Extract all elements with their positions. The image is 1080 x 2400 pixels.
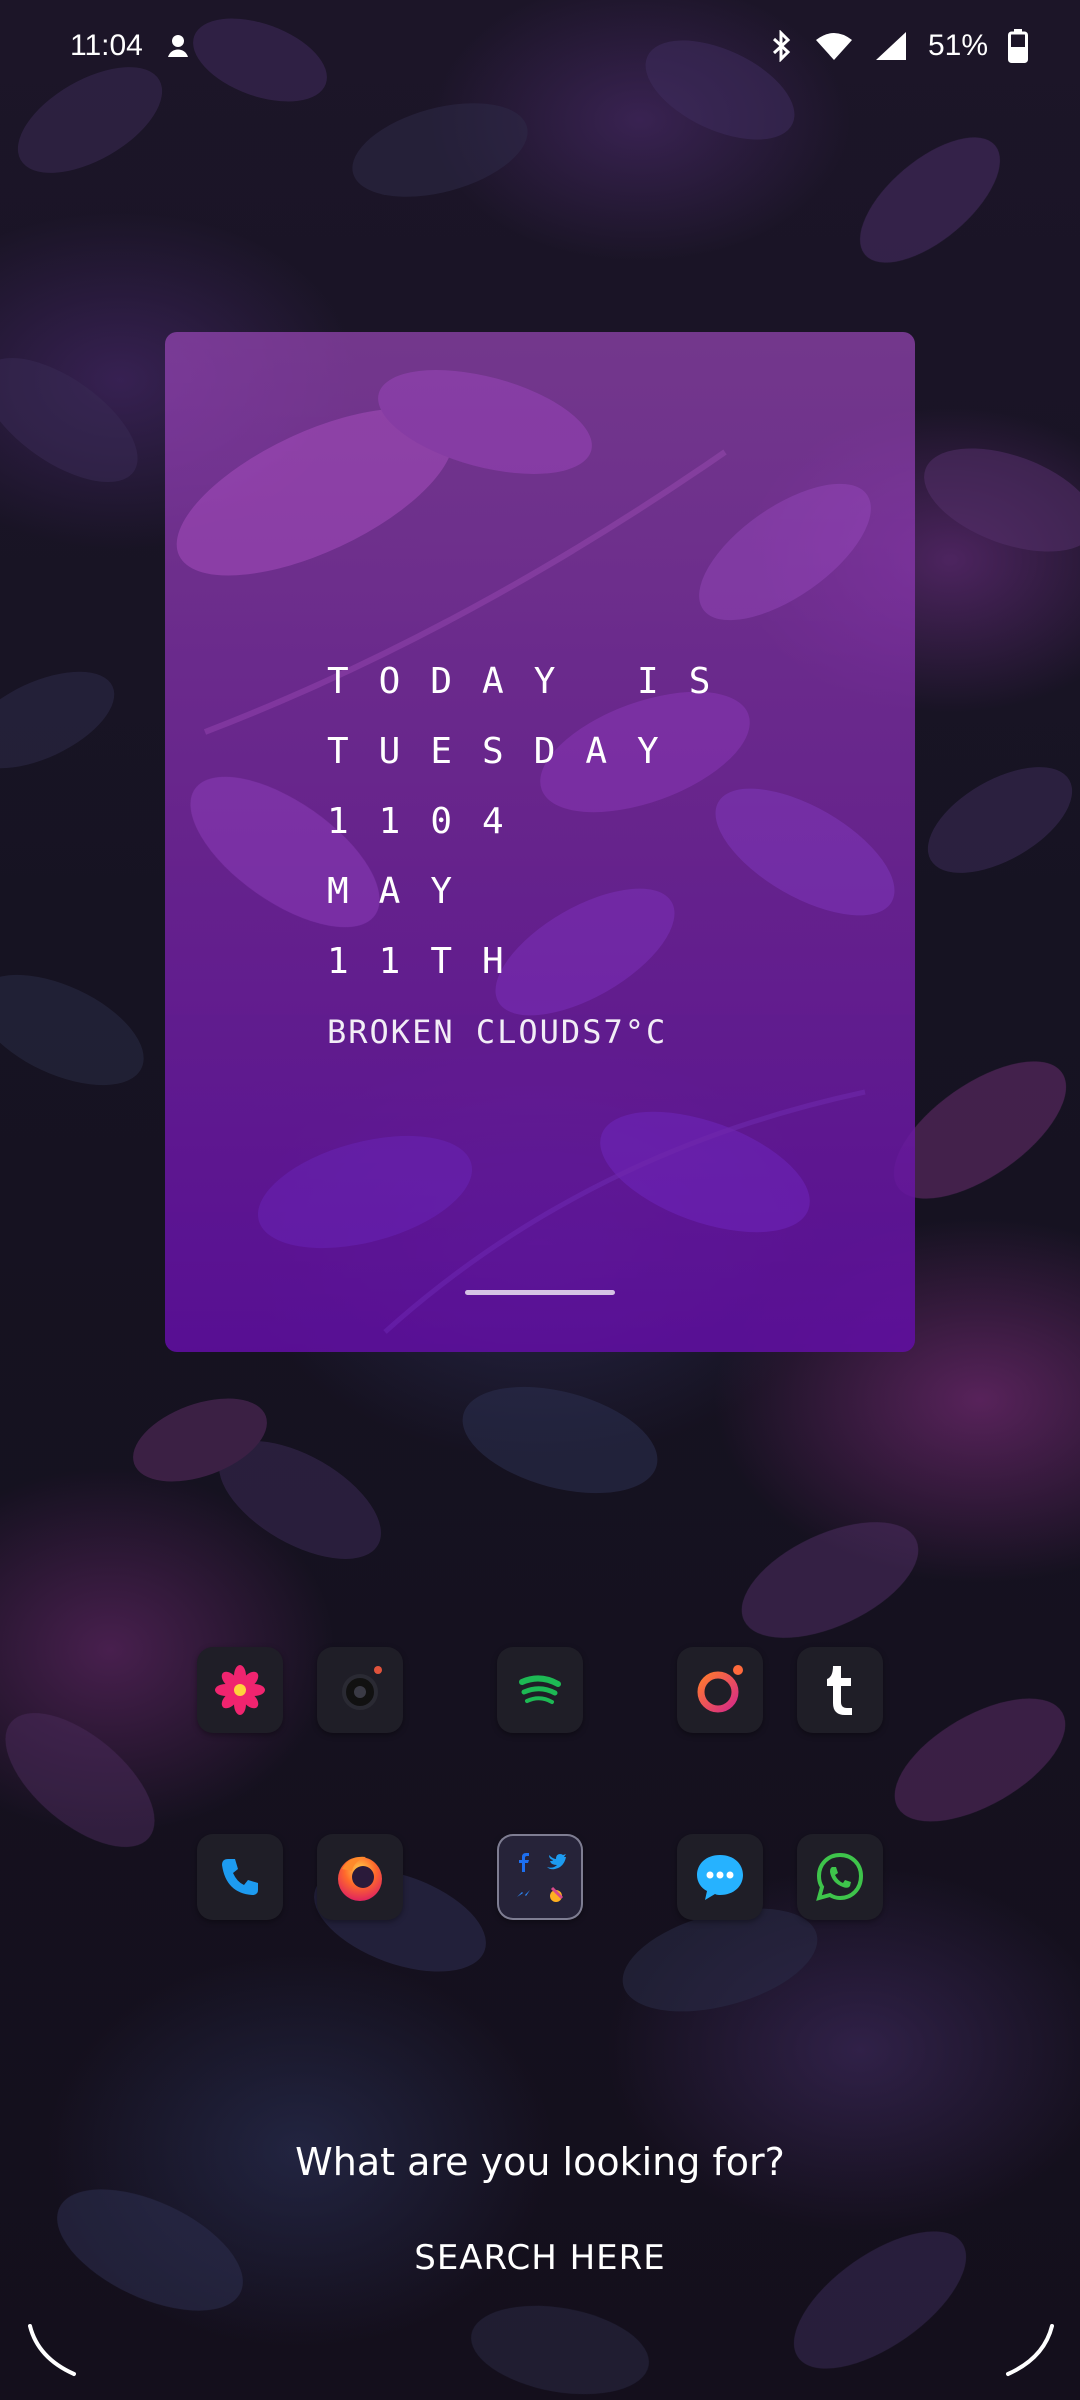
widget-line-day: 11TH [327,941,534,982]
widget-line-today: TODAY IS [327,661,741,702]
date-weather-widget[interactable]: TODAY IS TUESDAY 1104 MAY 11TH BROKEN CL… [165,332,915,1352]
folder-grid [510,1847,570,1907]
phone-icon[interactable] [197,1834,283,1920]
widget-page-indicator [465,1290,615,1295]
spotify-icon[interactable] [497,1647,583,1733]
widget-line-month: MAY [327,871,483,912]
messages-icon[interactable] [677,1834,763,1920]
whatsapp-icon[interactable] [797,1834,883,1920]
battery-percentage: 51% [927,29,988,62]
widget-line-time: 1104 [327,801,534,842]
twitter-icon [542,1847,570,1876]
battery-icon [1008,29,1028,63]
widget-text: TODAY IS TUESDAY 1104 MAY 11TH BROKEN CL… [327,647,740,1067]
ring-app-icon[interactable] [677,1647,763,1733]
social-folder-icon[interactable] [497,1834,583,1920]
status-left: 11:04 [70,29,193,63]
messenger-icon [510,1880,538,1907]
facebook-icon [510,1847,538,1876]
status-time: 11:04 [70,29,143,62]
search-prompt: What are you looking for? [295,2140,785,2184]
firefox-icon[interactable] [317,1834,403,1920]
flower-app-icon[interactable] [197,1647,283,1733]
bluetooth-icon [768,30,794,62]
wifi-icon [814,30,854,62]
notification-app-icon [163,31,193,61]
corner-gesture-left-icon[interactable] [28,2318,88,2378]
corner-gesture-right-icon[interactable] [994,2318,1054,2378]
creative-app-icon [542,1880,570,1907]
cell-signal-icon [874,30,908,62]
camera-app-icon[interactable] [317,1647,403,1733]
search-here-button[interactable]: SEARCH HERE [340,2228,740,2288]
widget-line-weekday: TUESDAY [327,731,689,772]
status-right: 51% [768,29,1028,63]
tumblr-icon[interactable] [797,1647,883,1733]
status-bar: 11:04 51% [0,0,1080,92]
widget-weather: BROKEN CLOUDS7°C [327,1013,668,1051]
